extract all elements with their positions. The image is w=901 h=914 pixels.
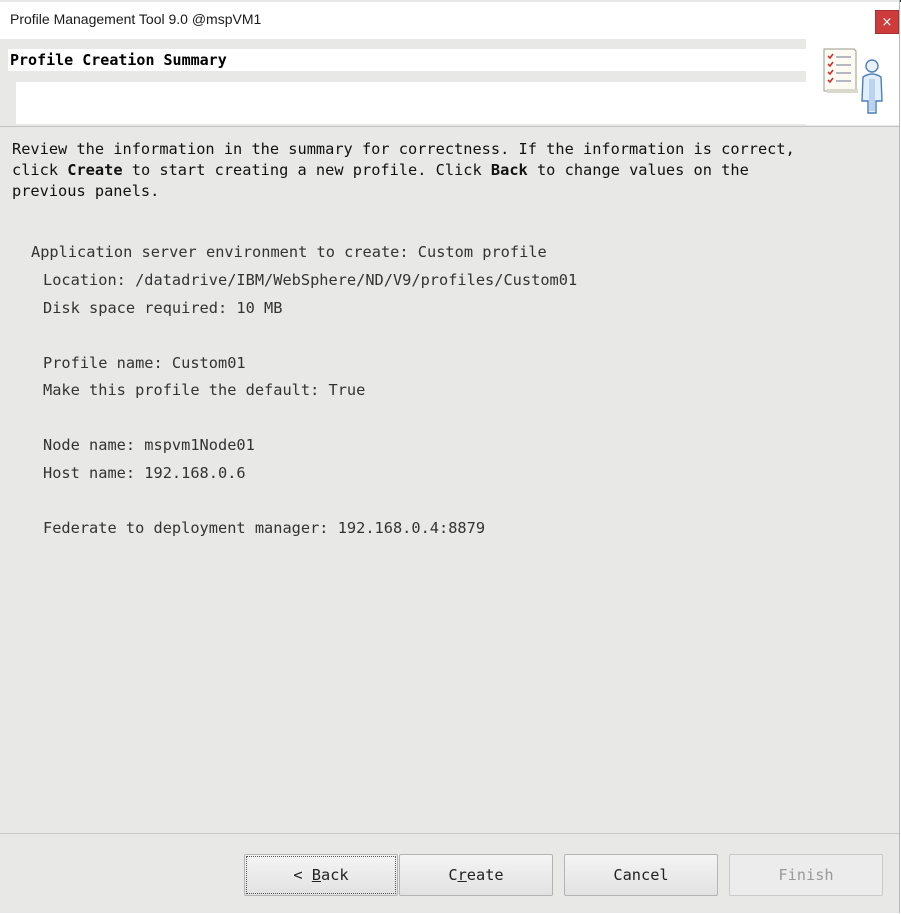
panel-title-strip: Profile Creation Summary: [8, 49, 806, 71]
checklist-person-icon: [823, 48, 883, 114]
close-button[interactable]: ×: [875, 10, 899, 34]
summary-host-name: Host name: 192.168.0.6: [43, 464, 246, 482]
summary-disk-space: Disk space required: 10 MB: [43, 299, 283, 317]
back-label: <: [293, 866, 312, 884]
summary-node-name: Node name: mspvm1Node01: [43, 436, 255, 454]
back-label: ack: [321, 866, 349, 884]
intro-text-part: to start creating a new profile. Click: [122, 161, 491, 179]
window-title: Profile Management Tool 9.0 @mspVM1: [10, 11, 262, 27]
create-label: eate: [466, 866, 504, 884]
panel-description: [16, 82, 806, 124]
header-icon-area: [806, 39, 899, 125]
close-icon: ×: [881, 15, 893, 30]
panel-title: Profile Creation Summary: [10, 51, 227, 69]
create-keyword: Create: [67, 161, 123, 179]
summary-profile-name: Profile name: Custom01: [43, 354, 246, 372]
summary-default-profile: Make this profile the default: True: [43, 381, 366, 399]
cancel-button[interactable]: Cancel: [564, 854, 718, 896]
title-bar[interactable]: Profile Management Tool 9.0 @mspVM1 ×: [0, 2, 899, 39]
intro-text: Review the information in the summary fo…: [12, 139, 892, 202]
profile-management-window: Profile Management Tool 9.0 @mspVM1 × Pr…: [0, 0, 900, 913]
finish-button[interactable]: Finish: [729, 854, 883, 896]
summary-panel: Review the information in the summary fo…: [0, 127, 899, 833]
summary-federate: Federate to deployment manager: 192.168.…: [43, 519, 486, 537]
create-label: C: [448, 866, 458, 884]
back-button[interactable]: < Back: [244, 854, 398, 896]
back-keyword: Back: [490, 161, 528, 179]
create-button[interactable]: Create: [399, 854, 553, 896]
panel-header: Profile Creation Summary: [0, 39, 899, 127]
button-bar: < Back Create Cancel Finish: [0, 833, 899, 913]
summary-environment: Application server environment to create…: [31, 243, 547, 261]
back-mnemonic: B: [311, 866, 321, 884]
create-mnemonic: r: [457, 866, 467, 884]
summary-location: Location: /datadrive/IBM/WebSphere/ND/V9…: [43, 271, 578, 289]
